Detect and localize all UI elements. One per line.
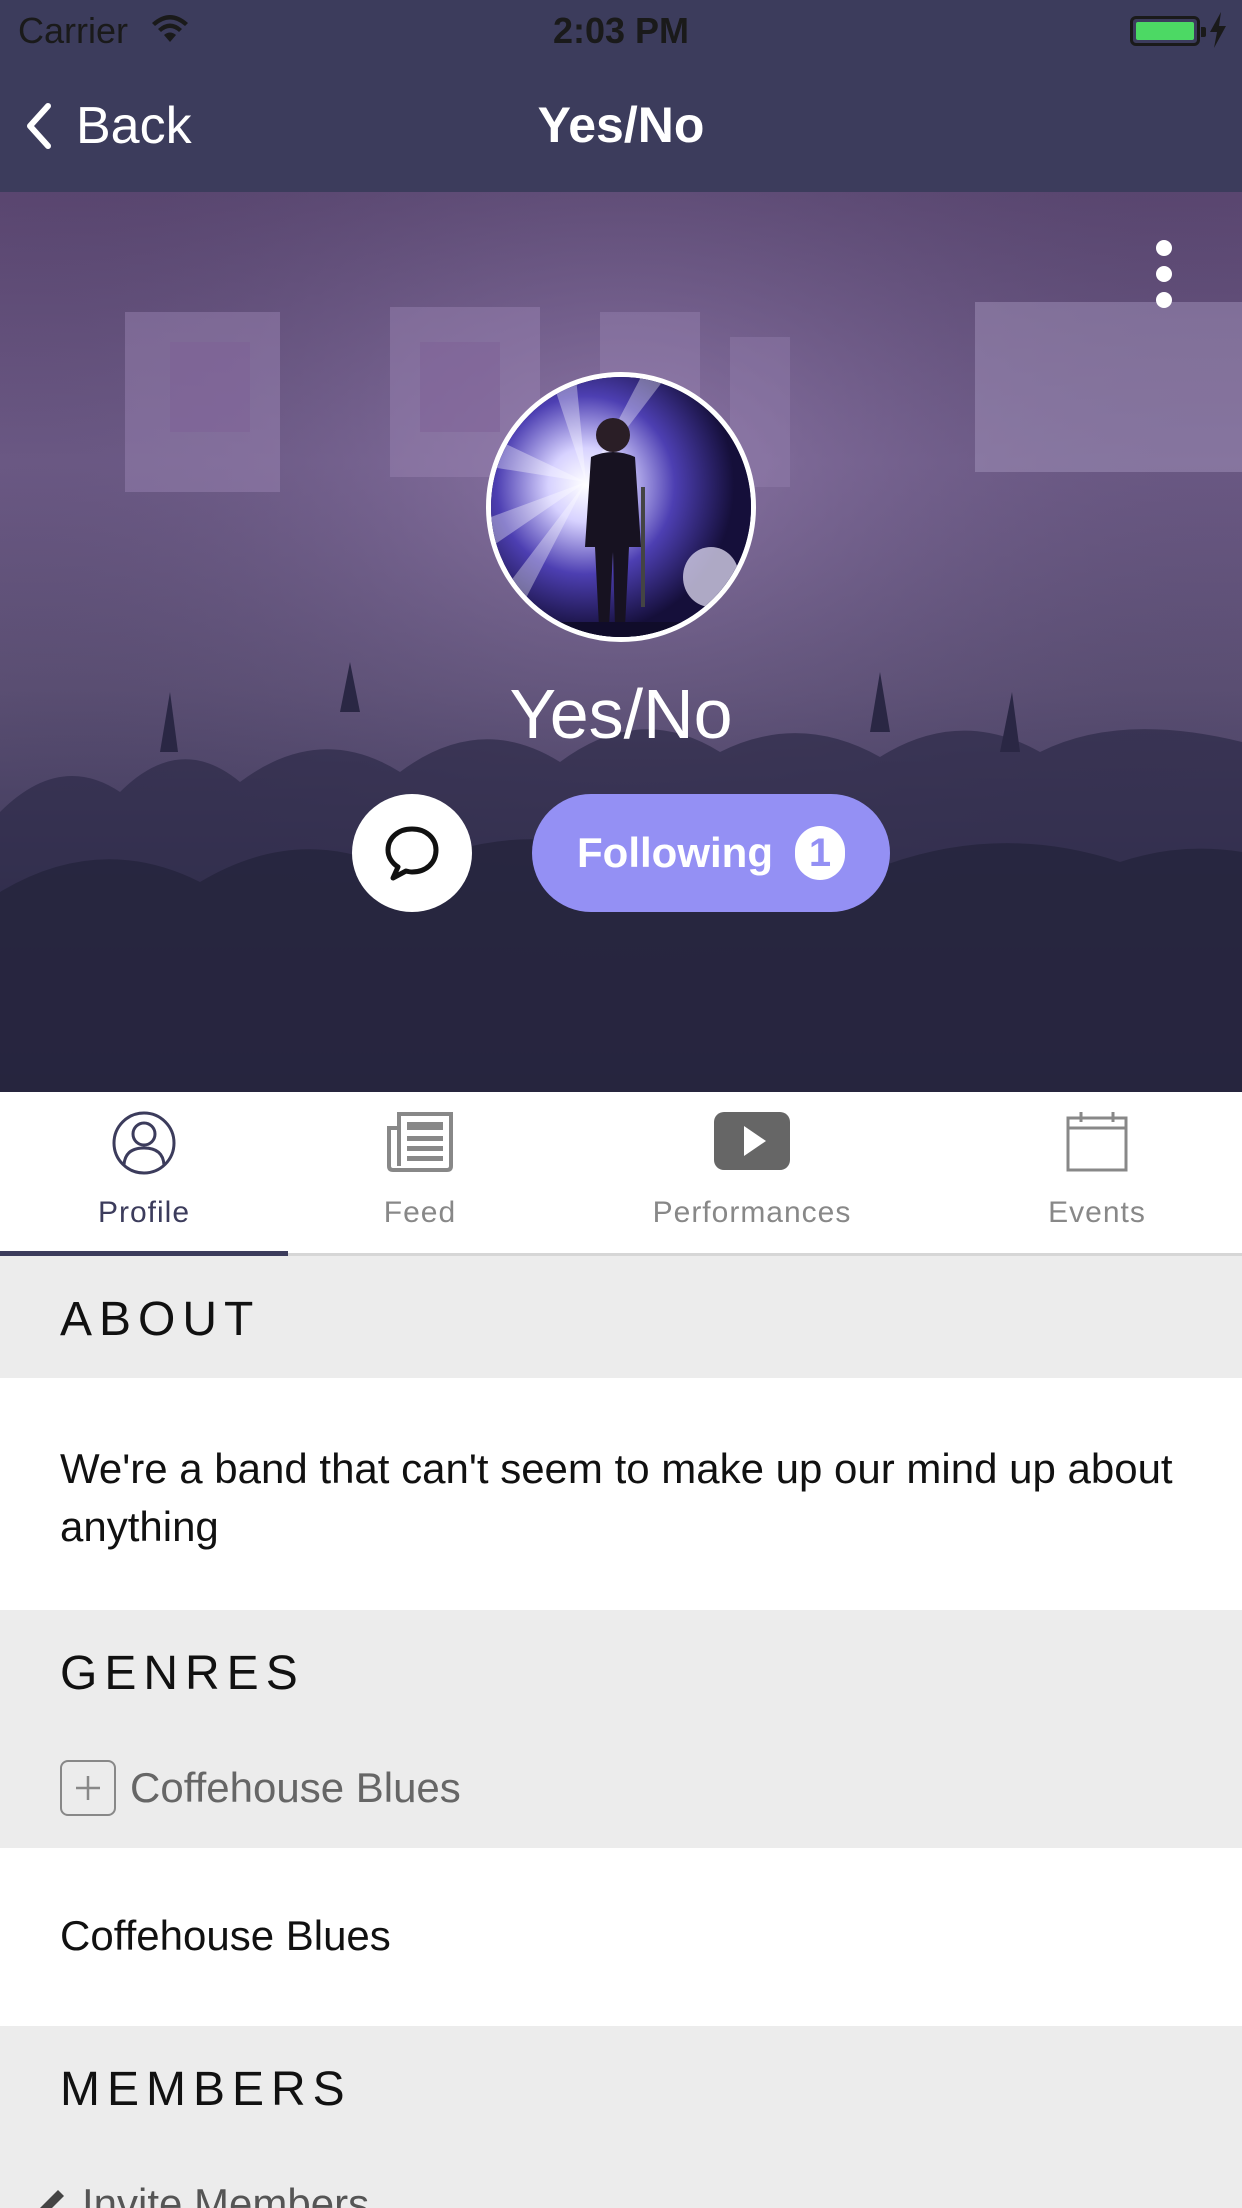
tab-label: Profile: [97, 1196, 191, 1229]
tab-performances[interactable]: Performances: [552, 1092, 952, 1256]
genres-list: Coffehouse Blues: [0, 1848, 1242, 2026]
more-options-button[interactable]: [1144, 240, 1184, 310]
tab-events[interactable]: Events: [952, 1092, 1242, 1256]
band-photo: [491, 377, 751, 637]
plus-icon: [60, 1760, 116, 1816]
about-section-body: We're a band that can't seem to make up …: [0, 1378, 1242, 1610]
about-title: ABOUT: [60, 1293, 261, 1346]
invite-members-label: Invite Members: [82, 2180, 370, 2208]
following-label: Following: [577, 829, 773, 876]
add-genre-button[interactable]: Coffehouse Blues: [60, 1760, 461, 1816]
genre-item: Coffehouse Blues: [60, 1912, 391, 1959]
chat-bubble-icon: [385, 826, 439, 881]
charging-icon: [1210, 12, 1226, 48]
about-text: We're a band that can't seem to make up …: [60, 1445, 1173, 1550]
follower-count-badge: 1: [794, 826, 845, 880]
about-section-header: ABOUT: [0, 1256, 1242, 1378]
tab-label: Events: [1048, 1196, 1146, 1229]
top-bar: Carrier 2:03 PM Back Yes/No: [0, 0, 1242, 192]
dot: [1156, 240, 1172, 256]
page-title: Yes/No: [537, 97, 705, 153]
status-bar: Carrier 2:03 PM: [0, 0, 1242, 60]
message-button[interactable]: [352, 794, 472, 912]
navigation-bar: Back Yes/No: [0, 60, 1242, 192]
concert-background-image: [0, 192, 1242, 1092]
profile-name: Yes/No: [509, 675, 733, 753]
profile-tabs: Profile Feed Performances Events: [0, 1092, 1242, 1259]
tab-feed[interactable]: Feed: [288, 1092, 552, 1256]
members-title: MEMBERS: [60, 2063, 352, 2116]
tab-profile[interactable]: Profile: [0, 1092, 288, 1259]
play-icon: [714, 1112, 790, 1170]
battery-icon: [1130, 16, 1206, 46]
genres-title: GENRES: [60, 1647, 305, 1700]
tab-label: Performances: [652, 1196, 852, 1229]
invite-members-button[interactable]: Invite Members: [30, 2180, 369, 2208]
clock: 2:03 PM: [552, 10, 690, 51]
newspaper-icon: [387, 1112, 453, 1172]
avatar: [486, 372, 756, 642]
person-circle-icon: [112, 1111, 176, 1175]
dot: [1156, 292, 1172, 308]
genre-chip-label: Coffehouse Blues: [130, 1764, 461, 1811]
calendar-icon: [1066, 1112, 1128, 1172]
dot: [1156, 266, 1172, 282]
genres-section-header: GENRES Coffehouse Blues: [0, 1610, 1242, 1848]
tab-label: Feed: [383, 1196, 457, 1229]
following-button[interactable]: Following 1: [532, 794, 890, 912]
pencil-icon: [40, 2190, 64, 2208]
profile-header: Yes/No Following 1: [0, 192, 1242, 1092]
